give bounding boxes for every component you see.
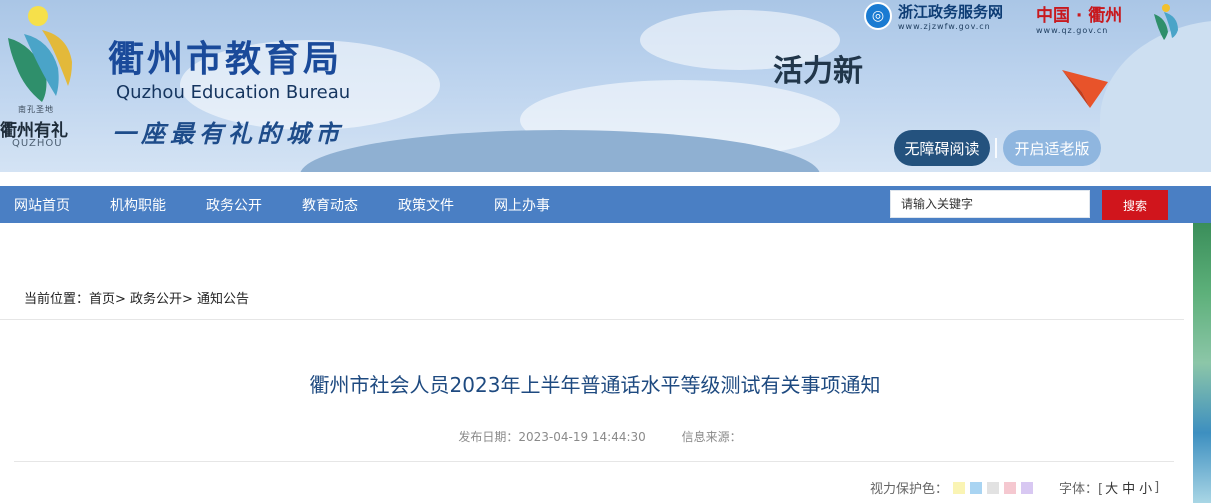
font-size-close-bracket: ] xyxy=(1154,480,1160,495)
zhejiang-service-icon: ◎ xyxy=(864,2,892,30)
eye-protect-swatch-purple[interactable] xyxy=(1021,481,1034,494)
elder-mode-button[interactable]: 开启适老版 xyxy=(1003,130,1101,166)
quzhou-portal-link[interactable]: 中国 · 衢州 www.qz.gov.cn xyxy=(1036,1,1122,35)
font-size-small[interactable]: 小 xyxy=(1139,478,1152,497)
hill-decoration xyxy=(1100,20,1211,172)
article-meta: 发布日期：2023-04-19 14:44:30 信息来源： xyxy=(0,428,1200,445)
vitality-text: 活力新 xyxy=(773,54,863,89)
breadcrumb[interactable]: 当前位置：首页> 政务公开> 通知公告 xyxy=(24,288,249,307)
nav-item-functions[interactable]: 机构职能 xyxy=(110,195,166,215)
eye-protect-swatch-yellow[interactable] xyxy=(953,481,966,494)
reading-tools: 视力保护色： 字体：[ 大 中 小 ] xyxy=(870,478,1159,497)
font-size-medium[interactable]: 中 xyxy=(1122,478,1135,497)
divider xyxy=(995,138,997,158)
logo-en-text: QUZHOU xyxy=(12,138,63,149)
side-decoration-image xyxy=(1193,223,1211,503)
eye-protect-swatch-pink[interactable] xyxy=(1004,481,1017,494)
logo-small-text: 南孔圣地 xyxy=(18,105,54,114)
city-emblem-icon xyxy=(1154,4,1178,40)
nav-item-home[interactable]: 网站首页 xyxy=(14,195,70,215)
search-input[interactable] xyxy=(890,190,1090,218)
eye-protect-swatch-blue[interactable] xyxy=(970,481,983,494)
city-logo-icon xyxy=(8,30,72,102)
font-size-label: 字体：[ xyxy=(1059,482,1104,497)
slogan: 一座最有礼的城市 xyxy=(112,119,344,148)
info-source: 信息来源： xyxy=(681,430,742,444)
divider xyxy=(14,461,1174,462)
zhejiang-service-url: www.zjzwfw.gov.cn xyxy=(898,22,991,31)
zhejiang-service-name: 浙江政务服务网 xyxy=(898,3,1004,21)
nav-item-online-service[interactable]: 网上办事 xyxy=(494,195,550,215)
site-title-en: Quzhou Education Bureau xyxy=(116,82,351,103)
eye-protect-label: 视力保护色： xyxy=(870,482,949,497)
zhejiang-service-link[interactable]: ◎ 浙江政务服务网 www.zjzwfw.gov.cn xyxy=(864,1,1003,31)
font-size-large[interactable]: 大 xyxy=(1105,478,1118,497)
eye-protect-swatch-gray[interactable] xyxy=(987,481,1000,494)
site-title[interactable]: 衢州市教育局 xyxy=(108,30,342,82)
sun-icon xyxy=(28,6,48,26)
article-title: 衢州市社会人员2023年上半年普通话水平等级测试有关事项通知 xyxy=(309,373,881,397)
header-banner: 南孔圣地 衢州有礼 QUZHOU 衢州市教育局 Quzhou Education… xyxy=(0,0,1211,172)
publish-date: 发布日期：2023-04-19 14:44:30 xyxy=(458,430,646,444)
search-button[interactable]: 搜索 xyxy=(1102,190,1168,220)
nav-item-gov-affairs[interactable]: 政务公开 xyxy=(206,195,262,215)
nav-item-policy[interactable]: 政策文件 xyxy=(398,195,454,215)
divider xyxy=(0,319,1184,320)
accessibility-reading-button[interactable]: 无障碍阅读 xyxy=(894,130,990,166)
quzhou-portal-name: 中国 · 衢州 xyxy=(1036,6,1123,26)
paper-plane-icon xyxy=(1062,70,1108,108)
nav-item-edu-news[interactable]: 教育动态 xyxy=(302,195,358,215)
quzhou-portal-url: www.qz.gov.cn xyxy=(1036,26,1109,35)
